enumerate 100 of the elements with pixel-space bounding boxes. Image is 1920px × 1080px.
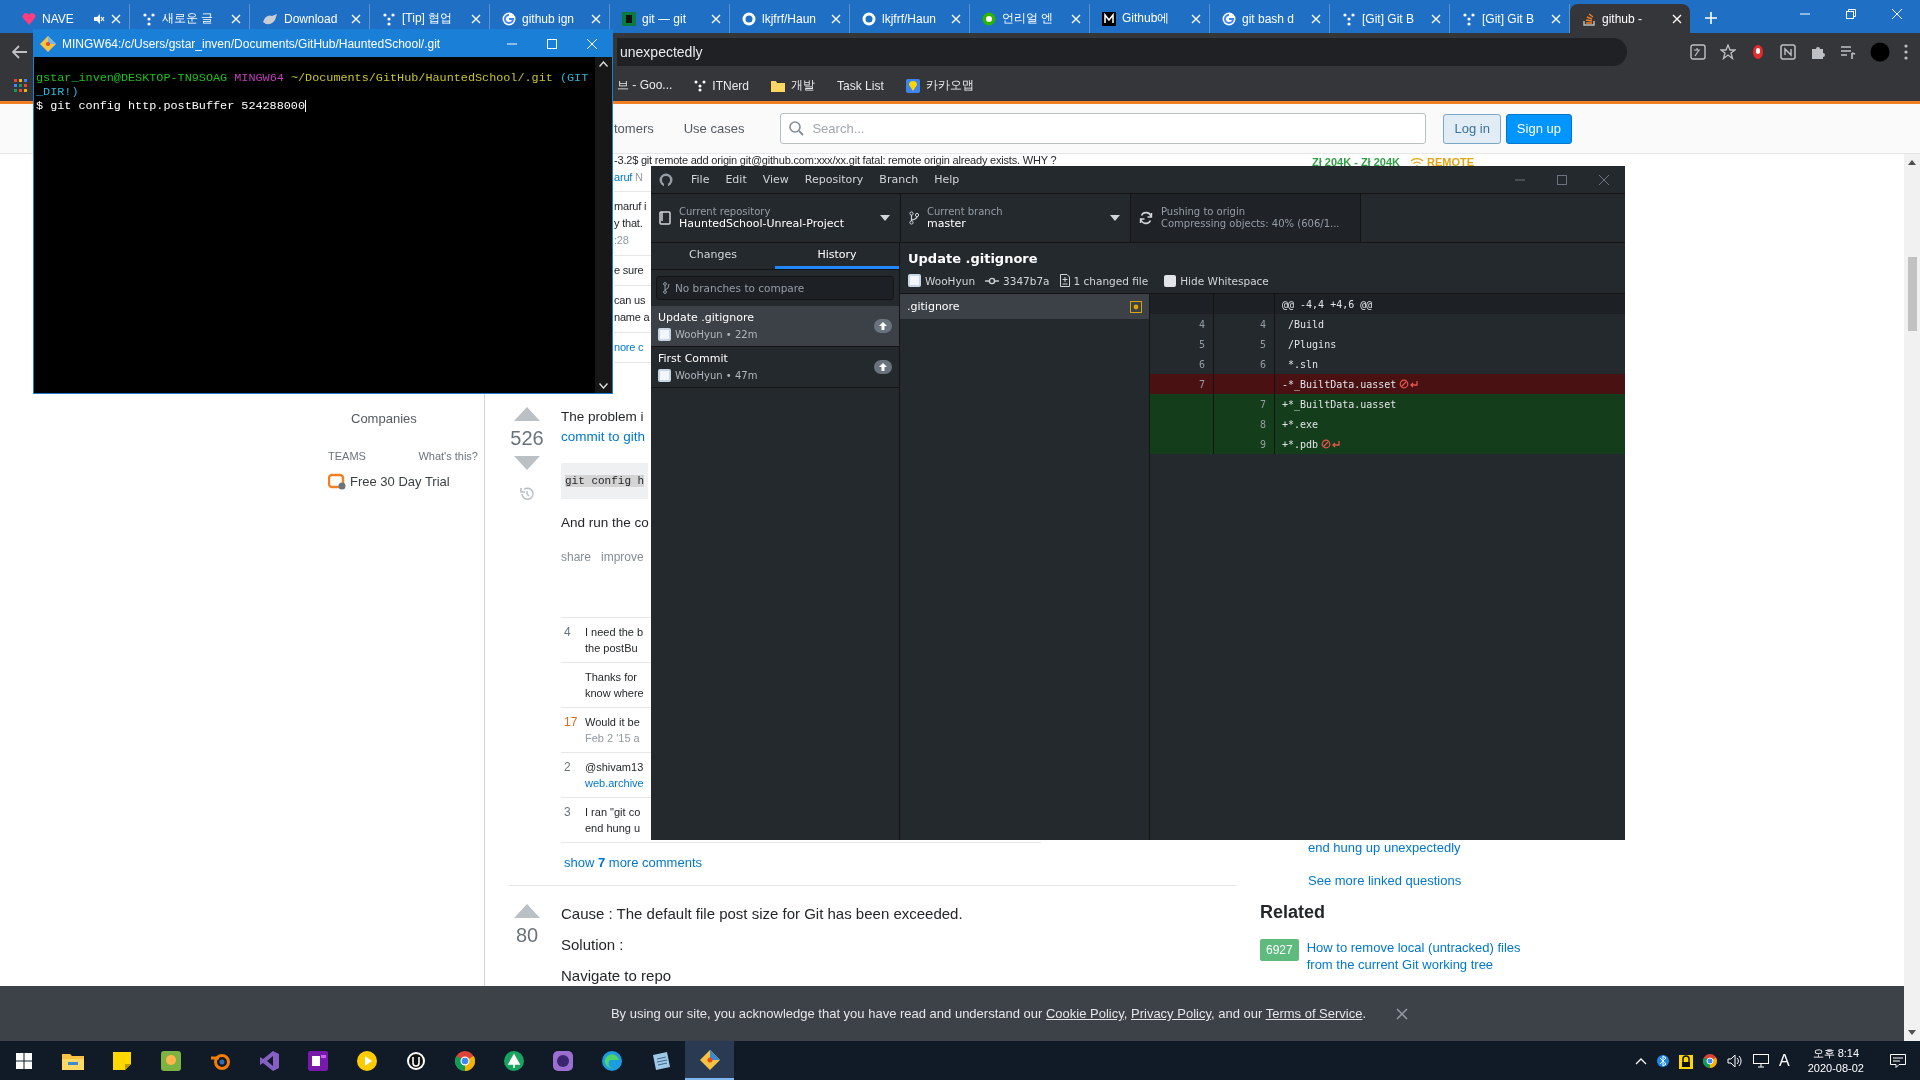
- menu-icon[interactable]: [1904, 43, 1908, 60]
- linked-question-link[interactable]: end hung up unexpectedly: [1308, 840, 1461, 855]
- menu-item[interactable]: Repository: [796, 173, 872, 186]
- menu-item[interactable]: Edit: [717, 173, 755, 186]
- wave-icon[interactable]: [601, 1050, 622, 1071]
- restore-icon[interactable]: [1846, 9, 1856, 19]
- arrow-up-icon[interactable]: [874, 319, 892, 333]
- scroll-down-icon[interactable]: [1908, 1030, 1916, 1036]
- scrollbar[interactable]: [1904, 154, 1920, 1041]
- dots-icon: [382, 11, 396, 26]
- branch-filter-field[interactable]: No branches to compare: [656, 276, 894, 300]
- chevron-up-icon[interactable]: [1635, 1056, 1648, 1065]
- translate-icon[interactable]: [1690, 43, 1706, 60]
- commit-item[interactable]: First Commit WooHyun • 47m: [651, 347, 899, 388]
- menu-item[interactable]: File: [683, 173, 718, 186]
- text: know where: [585, 687, 644, 699]
- tab[interactable]: Changes: [651, 243, 775, 269]
- chrome-icon[interactable]: [454, 1050, 475, 1071]
- policy-link[interactable]: Cookie Policy: [1045, 1006, 1124, 1021]
- speaker-muted-icon[interactable]: [93, 12, 105, 25]
- scroll-down-icon[interactable]: [599, 383, 609, 389]
- scroll-up-icon[interactable]: [599, 61, 609, 67]
- menu-item[interactable]: Help: [926, 173, 968, 186]
- text: y that.: [614, 217, 643, 229]
- address-field[interactable]: unexpectedly: [617, 37, 1627, 66]
- ring-icon[interactable]: [405, 1050, 426, 1071]
- trial-link[interactable]: Free 30 Day Trial: [350, 473, 450, 489]
- input-mode-indicator[interactable]: A: [1779, 1051, 1790, 1070]
- action-link[interactable]: improve: [601, 547, 644, 567]
- push-button[interactable]: Pushing to origin Compressing objects: 40% (606/1...: [1131, 194, 1361, 242]
- lock-icon[interactable]: [1679, 1052, 1694, 1069]
- nav-link[interactable]: Use cases: [683, 121, 745, 136]
- scrollbar-thumb[interactable]: [1907, 257, 1917, 331]
- show-more-link[interactable]: show 7 more comments: [564, 855, 1260, 870]
- answer-text: Cause : The default file post size for Git has been exceeded.: [561, 904, 963, 924]
- tile-icon[interactable]: [307, 1050, 328, 1071]
- comment-link[interactable]: web.archive: [585, 777, 644, 789]
- browser-tab[interactable]: github -: [1570, 4, 1690, 33]
- menu-item[interactable]: View: [754, 173, 797, 186]
- network-icon[interactable]: [1753, 1053, 1770, 1068]
- bookmark-link[interactable]: 브 - Goo...: [617, 77, 673, 94]
- diff-line: +*_BuiltData.uasset: [1282, 398, 1397, 410]
- chat-icon[interactable]: [552, 1050, 573, 1071]
- clock-time[interactable]: 오후 8:14: [1812, 1045, 1860, 1061]
- checkbox-label[interactable]: Hide Whitespace: [1180, 274, 1269, 287]
- action-link[interactable]: share: [561, 547, 592, 567]
- comment-score: 2: [563, 759, 572, 776]
- line-number: 5: [1150, 334, 1214, 354]
- login-button[interactable]: Log in: [1443, 113, 1501, 144]
- diamond-icon[interactable]: [698, 1048, 721, 1071]
- chrome-icon[interactable]: [1703, 1053, 1718, 1068]
- related-question-link[interactable]: How to remove local (untracked) files from the current Git working tree: [1306, 939, 1537, 973]
- tab[interactable]: History: [775, 243, 899, 269]
- bookmark-link[interactable]: Task List: [837, 78, 884, 93]
- checkbox[interactable]: [1164, 274, 1177, 287]
- clock-date[interactable]: 2020-08-02: [1807, 1060, 1864, 1076]
- sidebar-link[interactable]: Companies: [351, 411, 417, 426]
- tile-icon[interactable]: [160, 1050, 181, 1071]
- play-icon[interactable]: [356, 1050, 377, 1071]
- star-icon[interactable]: [1720, 43, 1736, 60]
- changed-files-count: 1 changed file: [1073, 274, 1149, 287]
- sticky-note-icon[interactable]: [112, 1051, 131, 1070]
- linked-question-link[interactable]: See more linked questions: [1308, 873, 1462, 888]
- nav-link[interactable]: tomers: [614, 121, 654, 136]
- map-pin-icon: [905, 78, 920, 93]
- bookmark-link[interactable]: 개발: [791, 77, 816, 94]
- tree-icon[interactable]: [503, 1050, 524, 1071]
- bluetooth-icon[interactable]: [1657, 1052, 1670, 1069]
- diff-line: +*.exe: [1282, 418, 1319, 430]
- plus-icon[interactable]: [1704, 11, 1718, 25]
- ring-icon[interactable]: [208, 1051, 231, 1070]
- maximize-icon[interactable]: [1557, 174, 1567, 185]
- arrow-up-icon[interactable]: [874, 360, 892, 374]
- toolbar-dropdown[interactable]: Current repository HauntedSchool-Unreal-Project: [651, 194, 901, 242]
- playlist-icon[interactable]: [1840, 43, 1856, 60]
- policy-link[interactable]: Privacy Policy: [1131, 1006, 1211, 1021]
- notification-icon[interactable]: [1890, 1053, 1906, 1068]
- apps-grid-icon[interactable]: [14, 78, 28, 93]
- notepad-icon[interactable]: [650, 1050, 671, 1071]
- help-link[interactable]: What's this?: [418, 450, 478, 462]
- user-link[interactable]: aruf: [614, 171, 633, 183]
- bookmark-link[interactable]: ITNerd: [712, 78, 750, 93]
- scroll-up-icon[interactable]: [1908, 159, 1916, 165]
- ribbon-icon[interactable]: [258, 1050, 279, 1071]
- windows-logo-icon[interactable]: [16, 1052, 32, 1069]
- changed-file-row[interactable]: .gitignore: [900, 294, 1149, 319]
- menu-item[interactable]: Branch: [871, 173, 927, 186]
- back-arrow-icon[interactable]: [12, 44, 28, 59]
- file-diff-icon: [1059, 274, 1070, 287]
- commit-item[interactable]: Update .gitignore WooHyun • 22m: [651, 306, 899, 347]
- post-link[interactable]: commit to gith: [561, 429, 646, 444]
- scrollbar[interactable]: [595, 57, 612, 393]
- speaker-icon[interactable]: [1727, 1053, 1744, 1068]
- bookmark-link[interactable]: 카카오맵: [925, 77, 974, 94]
- folder-icon[interactable]: [61, 1051, 84, 1070]
- octocat-icon: [742, 11, 756, 26]
- note-icon[interactable]: [1780, 43, 1796, 60]
- text: @shivam13: [585, 761, 644, 773]
- user-link[interactable]: nore c: [614, 341, 644, 353]
- branch-icon: [909, 211, 919, 225]
